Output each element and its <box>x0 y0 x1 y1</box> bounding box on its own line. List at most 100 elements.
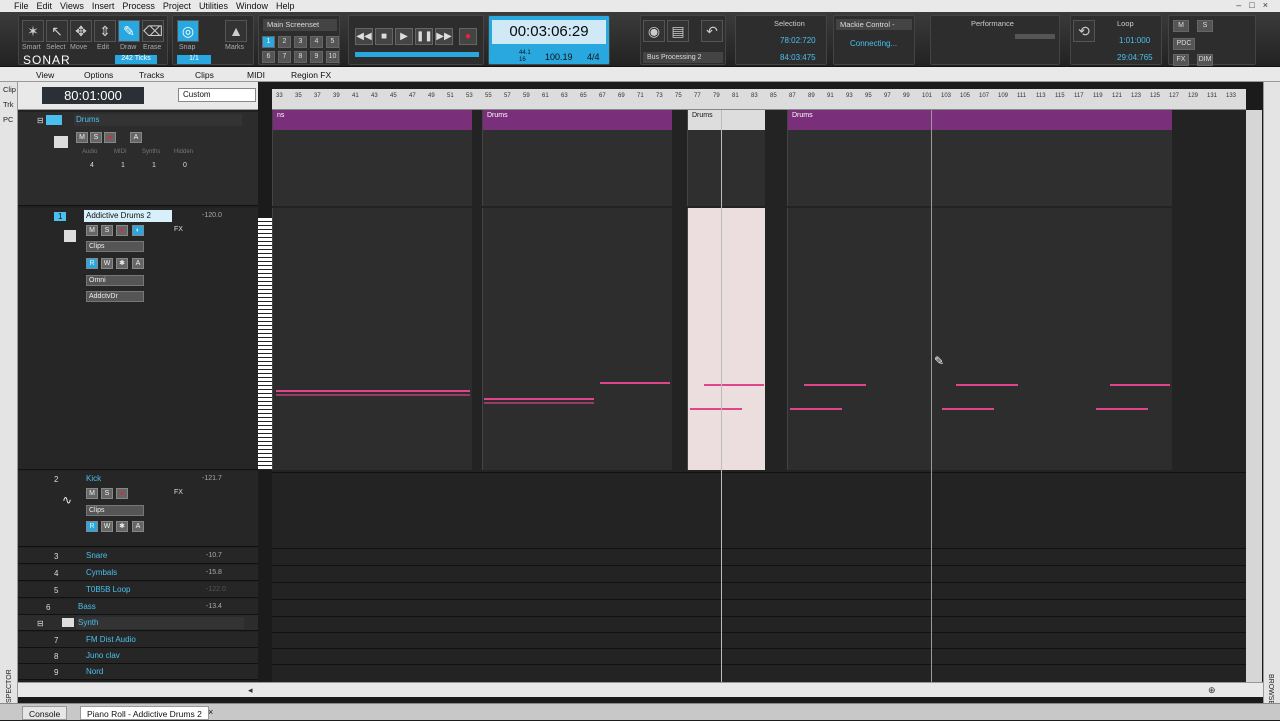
track-addictive-drums[interactable]: 1 Addictive Drums 2 -120.0 M S ● ◐ FX Cl… <box>18 208 258 470</box>
track1-automation-button[interactable]: A <box>132 258 144 269</box>
midi-note[interactable] <box>790 408 842 410</box>
undo-icon[interactable]: ↶ <box>701 20 723 42</box>
track-snare[interactable]: 3 Snare -10.7 <box>18 548 258 564</box>
track2-automation-button[interactable]: A <box>132 521 144 532</box>
track-cymbals[interactable]: 4 Cymbals -15.8 <box>18 565 258 581</box>
loop-end[interactable]: 29:04:765 <box>1117 53 1153 62</box>
midi-note[interactable] <box>942 408 994 410</box>
folder-synth-name[interactable]: Synth <box>76 617 244 629</box>
track2-volume[interactable]: -121.7 <box>202 475 222 482</box>
track1-input-select[interactable]: Omni <box>86 275 144 286</box>
track9-name[interactable]: Nord <box>84 666 174 678</box>
stop-icon[interactable]: ■ <box>375 28 393 45</box>
track6-volume[interactable]: -13.4 <box>206 603 222 610</box>
track4-volume[interactable]: -15.8 <box>206 569 222 576</box>
document-icon[interactable]: ▤ <box>667 20 689 42</box>
midi-clip-2[interactable] <box>482 208 672 470</box>
track8-name[interactable]: Juno clav <box>84 650 174 662</box>
now-time-display[interactable]: 00:03:06:29 <box>492 20 606 44</box>
screenset-btn-9[interactable]: 9 <box>310 51 323 63</box>
track-nord[interactable]: 9 Nord <box>18 664 258 680</box>
scroll-left-icon[interactable]: ◂ <box>248 685 253 696</box>
menu-utilities[interactable]: Utilities <box>199 1 228 11</box>
menu-project[interactable]: Project <box>163 1 191 11</box>
track-fm-dist[interactable]: 7 FM Dist Audio <box>18 632 258 648</box>
move-tool-icon[interactable]: ✥ <box>70 20 92 42</box>
smart-tool-icon[interactable]: ✶ <box>22 20 44 42</box>
now-time-cursor[interactable] <box>721 110 722 682</box>
console-tab[interactable]: Console <box>22 706 68 720</box>
track1-solo-button[interactable]: S <box>101 225 113 236</box>
clips-pane[interactable]: ns Drums Drums Drums ✎ <box>272 110 1246 682</box>
midi-note[interactable] <box>1110 384 1170 386</box>
track-loop[interactable]: 5 T0B5B Loop -122.0 <box>18 582 258 598</box>
midi-note[interactable] <box>1096 408 1148 410</box>
dim-button[interactable]: DIM <box>1197 54 1213 66</box>
options-menu[interactable]: Options <box>84 70 113 80</box>
midi-note[interactable] <box>600 382 670 384</box>
clip-tab[interactable]: Clip <box>0 82 17 97</box>
snap-ticks[interactable]: 242 Ticks <box>115 55 157 64</box>
trk-tab[interactable]: Trk <box>0 97 17 112</box>
draw-tool-icon[interactable]: ✎ <box>118 20 140 42</box>
screenset-btn-7[interactable]: 7 <box>278 51 291 63</box>
loop-icon[interactable]: ⟲ <box>1073 20 1095 42</box>
loop-start[interactable]: 1:01:000 <box>1119 36 1150 45</box>
folder-record-button[interactable]: ● <box>104 132 116 143</box>
marks-icon[interactable]: ▲ <box>225 20 247 42</box>
pdc-button[interactable]: PDC <box>1173 38 1195 50</box>
track2-solo-button[interactable]: S <box>101 488 113 499</box>
clips-menu[interactable]: Clips <box>195 70 214 80</box>
track1-mute-button[interactable]: M <box>86 225 98 236</box>
folder-drums[interactable]: ⊟ Drums M S ● A Audio MIDI Synths Hidden… <box>18 112 258 206</box>
view-menu[interactable]: View <box>36 70 54 80</box>
track6-name[interactable]: Bass <box>76 601 166 613</box>
mackie-select[interactable]: Mackie Control - <box>836 19 912 30</box>
mute-global-button[interactable]: M <box>1173 20 1189 32</box>
folder-solo-button[interactable]: S <box>90 132 102 143</box>
screenset-title[interactable]: Main Screenset <box>263 19 337 31</box>
pause-icon[interactable]: ❚❚ <box>415 28 433 45</box>
track3-name[interactable]: Snare <box>84 550 174 562</box>
track-kick[interactable]: 2 Kick -121.7 ∿ M S ● FX Clips R W ✱ A <box>18 471 258 547</box>
screenset-btn-2[interactable]: 2 <box>278 36 291 48</box>
track4-name[interactable]: Cymbals <box>84 567 174 579</box>
record-icon[interactable]: ● <box>459 28 477 45</box>
timeline-ruler[interactable]: 33 35 37 39 41 43 45 47 49 51 53 55 57 59 61 63 65 67 69 71… <box>272 89 1246 110</box>
camera-icon[interactable]: ◉ <box>643 20 665 42</box>
track2-read-button[interactable]: R <box>86 521 98 532</box>
track2-fx[interactable]: FX <box>174 489 183 496</box>
folder-mute-button[interactable]: M <box>76 132 88 143</box>
menu-window[interactable]: Window <box>236 1 268 11</box>
folder-synth[interactable]: ⊟ Synth <box>18 615 258 631</box>
track2-record-button[interactable]: ● <box>116 488 128 499</box>
folder-clip-2[interactable]: Drums <box>482 110 672 206</box>
track-bass[interactable]: 6 Bass -13.4 <box>18 599 258 615</box>
select-tool-icon[interactable]: ↖ <box>46 20 68 42</box>
midi-clip-selected[interactable] <box>687 208 765 470</box>
midi-note[interactable] <box>690 408 742 410</box>
fast-forward-icon[interactable]: ▶▶ <box>435 28 453 45</box>
midi-note[interactable] <box>956 384 1018 386</box>
track1-volume[interactable]: -120.0 <box>202 212 222 219</box>
close-tab-icon[interactable]: × <box>208 707 213 717</box>
tracks-menu[interactable]: Tracks <box>139 70 164 80</box>
track5-volume[interactable]: -122.0 <box>206 586 226 593</box>
midi-note[interactable] <box>276 394 470 396</box>
meter[interactable]: 4/4 <box>587 52 600 62</box>
position-slider[interactable] <box>355 52 479 57</box>
track1-fx[interactable]: FX <box>174 226 183 233</box>
fx-global-button[interactable]: FX <box>1173 54 1189 66</box>
midi-note[interactable] <box>484 402 594 404</box>
folder-clip-1[interactable]: ns <box>272 110 472 206</box>
track1-output-select[interactable]: AddctvDr <box>86 291 144 302</box>
track1-read-button[interactable]: R <box>86 258 98 269</box>
tempo[interactable]: 100.19 <box>545 52 573 62</box>
window-controls[interactable]: –□× <box>1236 0 1276 10</box>
folder-clip-3[interactable]: Drums <box>687 110 765 206</box>
track7-name[interactable]: FM Dist Audio <box>84 634 174 646</box>
track2-arm-icon[interactable]: ✱ <box>116 521 128 532</box>
menu-views[interactable]: Views <box>60 1 84 11</box>
midi-menu[interactable]: MIDI <box>247 70 265 80</box>
collapse-icon[interactable]: ⊟ <box>37 116 44 125</box>
